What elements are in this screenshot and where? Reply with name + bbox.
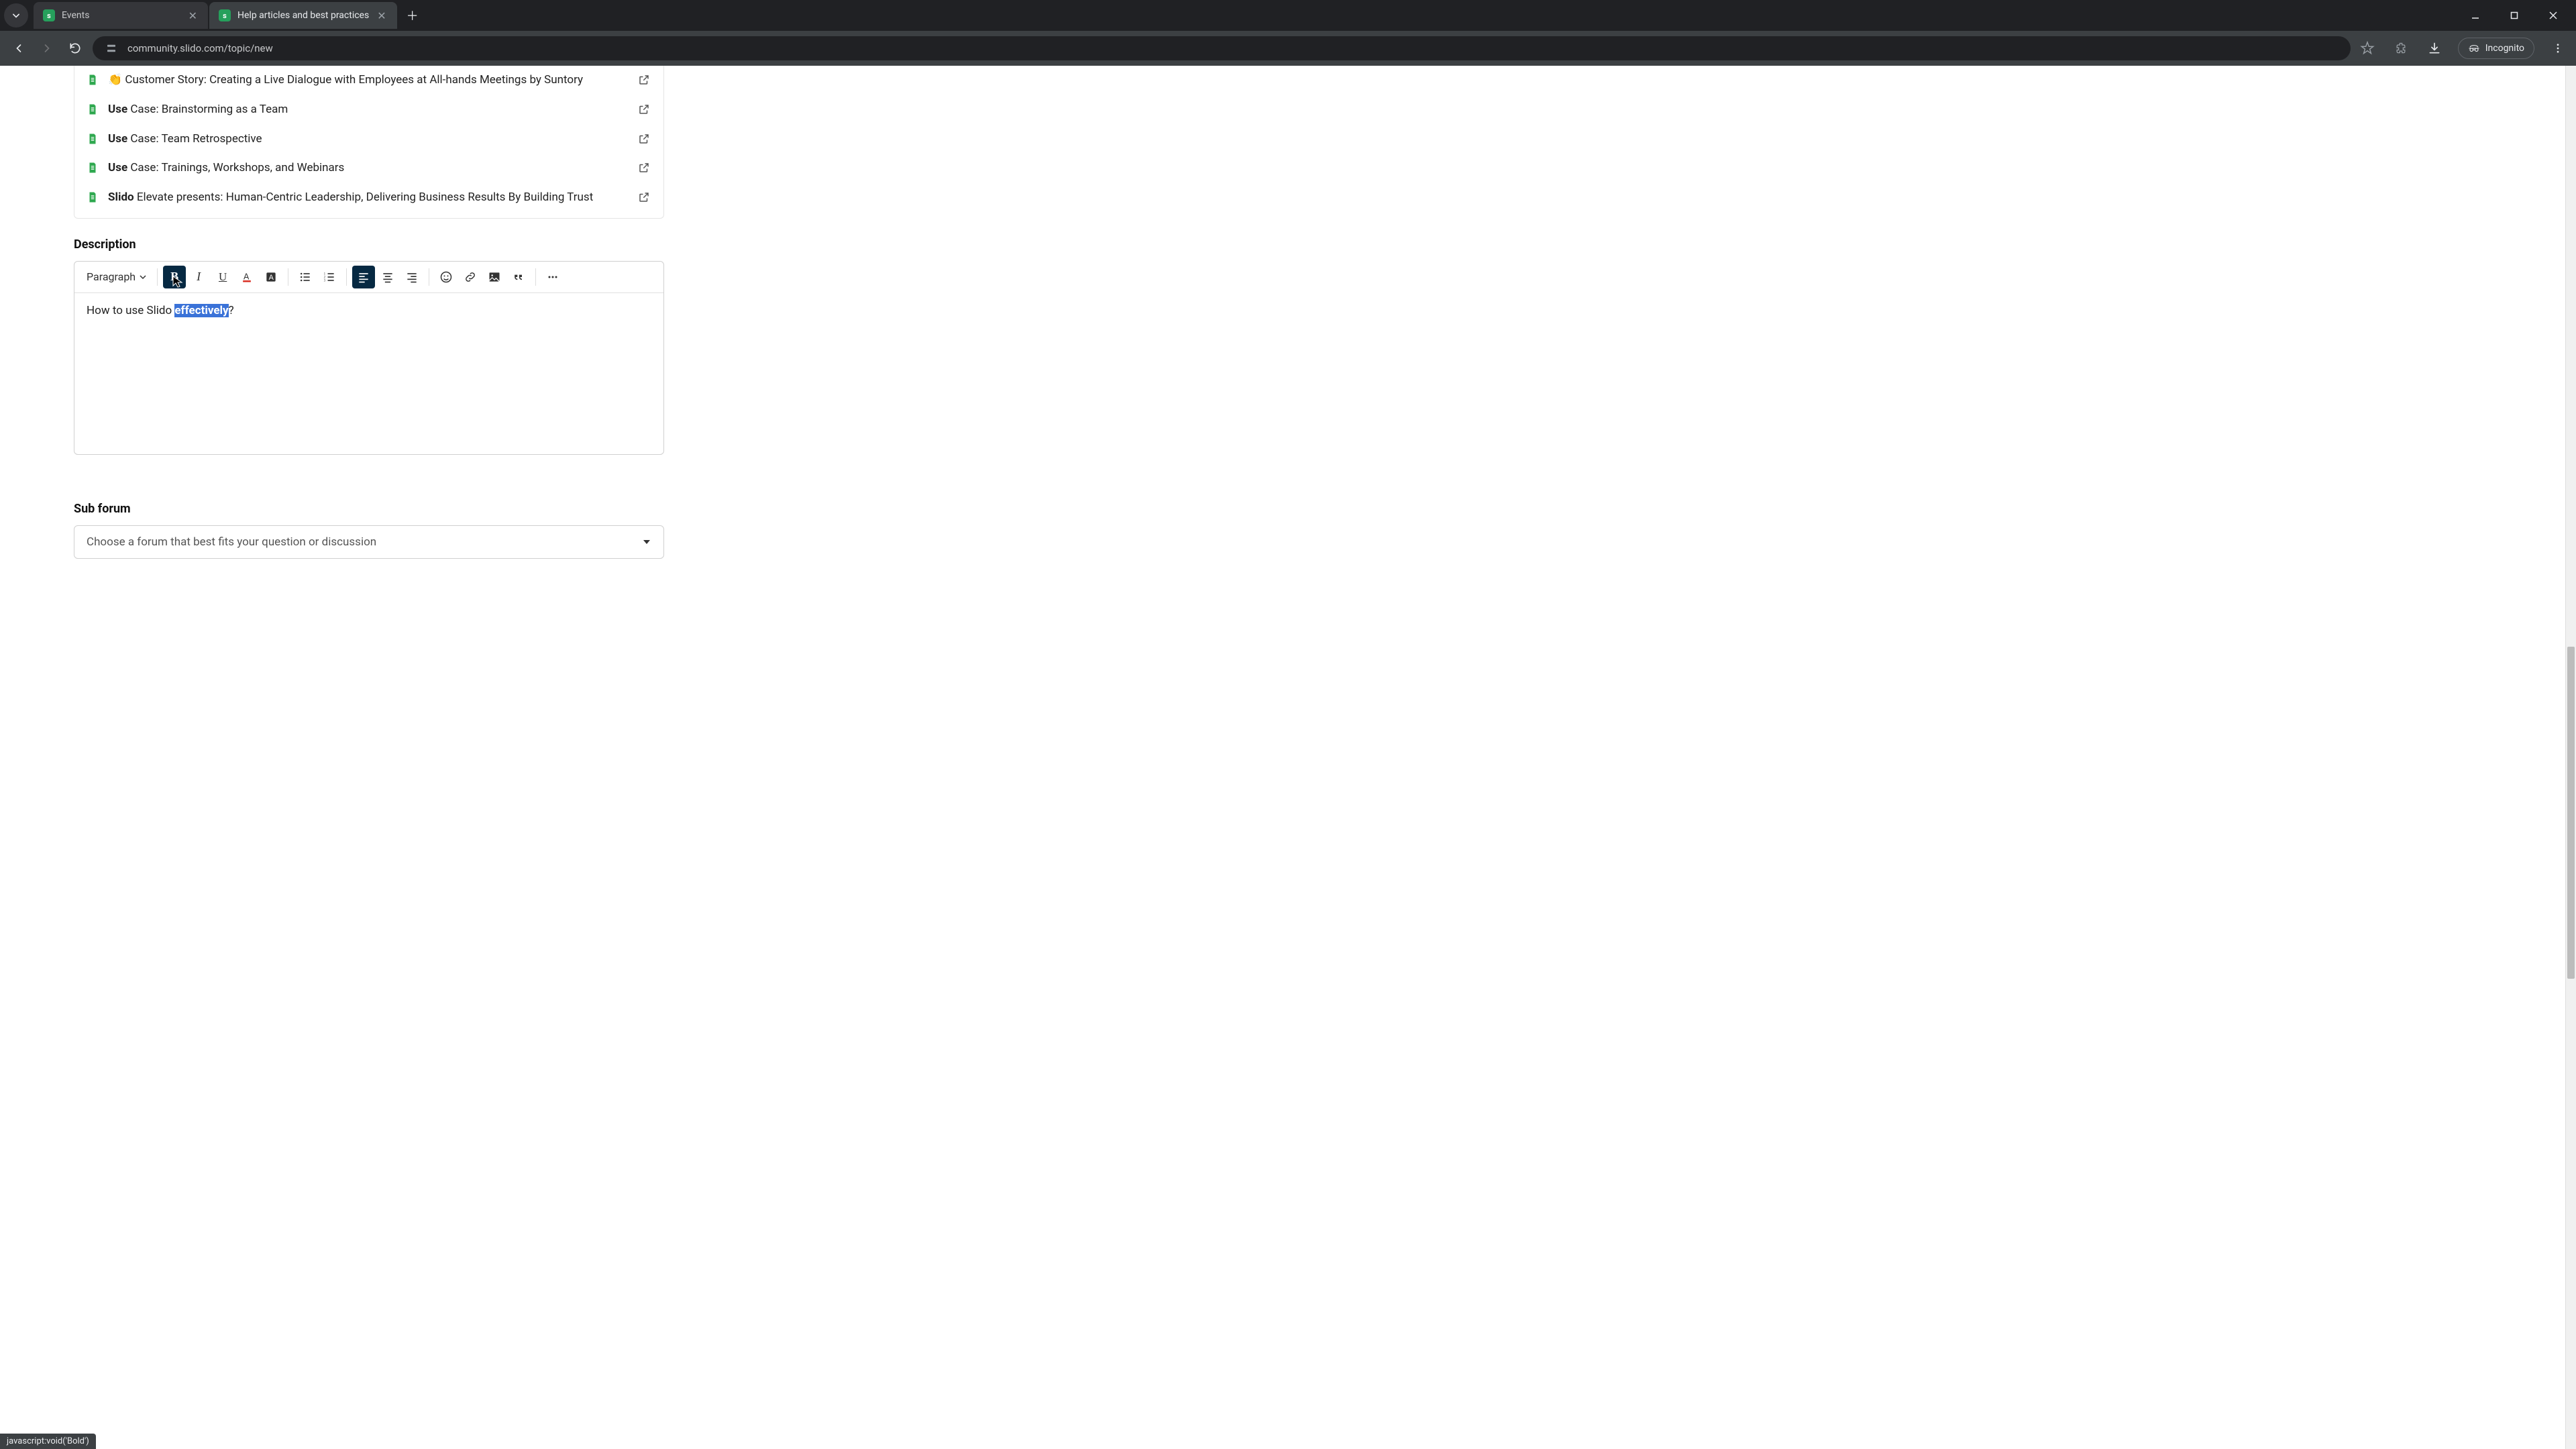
chevron-down-icon — [9, 9, 23, 22]
topic-item[interactable]: Use Case: Trainings, Workshops, and Webi… — [74, 154, 663, 183]
url-text: community.slido.com/topic/new — [127, 42, 273, 54]
new-tab-button[interactable]: ＋ — [402, 5, 423, 25]
bold-button[interactable]: B — [163, 266, 186, 288]
link-button[interactable] — [459, 266, 482, 288]
separator — [346, 268, 347, 286]
bullet-list-button[interactable] — [294, 266, 317, 288]
separator — [157, 268, 158, 286]
italic-button[interactable]: I — [187, 266, 210, 288]
svg-text:3: 3 — [324, 280, 326, 283]
chevron-down-icon — [642, 537, 651, 547]
svg-text:A: A — [269, 274, 274, 282]
slido-favicon-icon: s — [43, 9, 55, 21]
status-bar: javascript:void('Bold') — [0, 1434, 96, 1449]
more-options-button[interactable] — [541, 266, 564, 288]
topic-title: Use Case: Trainings, Workshops, and Webi… — [108, 160, 629, 176]
close-tab-button[interactable]: ✕ — [376, 9, 387, 22]
external-link-icon[interactable] — [638, 191, 651, 205]
vertical-scrollbar[interactable] — [2565, 66, 2576, 1449]
subforum-label: Sub forum — [74, 502, 664, 516]
tab-search-dropdown[interactable] — [4, 3, 28, 28]
external-link-icon[interactable] — [638, 133, 651, 146]
downloads-button[interactable] — [2424, 38, 2445, 58]
paragraph-style-select[interactable]: Paragraph — [81, 268, 152, 286]
editor-textarea[interactable]: How to use Slido effectively? — [74, 293, 663, 454]
extensions-button[interactable] — [2391, 38, 2411, 58]
incognito-label: Incognito — [2485, 43, 2524, 54]
minimize-button[interactable] — [2466, 6, 2485, 25]
topic-item[interactable]: Use Case: Team Retrospective — [74, 125, 663, 154]
description-label: Description — [74, 237, 664, 252]
tab-bar: s Events ✕ s Help articles and best prac… — [0, 0, 2576, 31]
svg-text:A: A — [244, 272, 250, 281]
topic-item[interactable]: Slido Elevate presents: Human-Centric Le… — [74, 183, 663, 213]
separator — [535, 268, 536, 286]
address-bar[interactable]: community.slido.com/topic/new — [93, 36, 2351, 60]
external-link-icon[interactable] — [638, 103, 651, 117]
page-content[interactable]: 👏 Customer Story: Creating a Live Dialog… — [0, 66, 2565, 1449]
tab-title: Help articles and best practices — [237, 10, 369, 21]
slido-favicon-icon: s — [219, 9, 231, 21]
browser-toolbar: community.slido.com/topic/new Incognito — [0, 31, 2576, 66]
external-link-icon[interactable] — [638, 74, 651, 87]
quote-button[interactable] — [507, 266, 530, 288]
image-button[interactable] — [483, 266, 506, 288]
document-icon — [87, 103, 99, 115]
external-link-icon[interactable] — [638, 162, 651, 175]
incognito-badge[interactable]: Incognito — [2458, 38, 2534, 59]
topic-title: Use Case: Team Retrospective — [108, 131, 629, 148]
selected-text: effectively — [174, 304, 228, 317]
topic-title: 👏 Customer Story: Creating a Live Dialog… — [108, 72, 629, 89]
rich-text-editor: Paragraph B I U A A — [74, 261, 664, 455]
text-color-button[interactable]: A — [235, 266, 258, 288]
editor-toolbar: Paragraph B I U A A — [74, 262, 663, 293]
topic-item[interactable]: 👏 Customer Story: Creating a Live Dialog… — [74, 66, 663, 95]
background-color-button[interactable]: A — [260, 266, 282, 288]
tab-title: Events — [62, 10, 180, 21]
back-button[interactable] — [8, 38, 30, 59]
reload-button[interactable] — [64, 38, 86, 59]
chevron-down-icon — [140, 274, 146, 280]
tab-events[interactable]: s Events ✕ — [34, 2, 208, 29]
maximize-button[interactable] — [2505, 6, 2524, 25]
site-info-icon[interactable] — [103, 40, 119, 56]
document-icon — [87, 133, 99, 145]
document-icon — [87, 162, 99, 174]
forward-button[interactable] — [36, 38, 58, 59]
subforum-placeholder: Choose a forum that best fits your quest… — [87, 535, 376, 549]
align-right-button[interactable] — [400, 266, 423, 288]
close-tab-button[interactable]: ✕ — [187, 9, 199, 22]
emoji-button[interactable] — [435, 266, 458, 288]
incognito-icon — [2468, 42, 2480, 54]
underline-button[interactable]: U — [211, 266, 234, 288]
tab-help-articles[interactable]: s Help articles and best practices ✕ — [209, 2, 397, 29]
scrollbar-thumb[interactable] — [2567, 647, 2575, 979]
topic-title: Use Case: Brainstorming as a Team — [108, 102, 629, 118]
subforum-select[interactable]: Choose a forum that best fits your quest… — [74, 525, 664, 559]
close-window-button[interactable] — [2544, 6, 2563, 25]
suggested-topics-list: 👏 Customer Story: Creating a Live Dialog… — [74, 66, 664, 219]
numbered-list-button[interactable]: 123 — [318, 266, 341, 288]
document-icon — [87, 191, 99, 203]
document-icon — [87, 74, 99, 86]
topic-item[interactable]: Use Case: Brainstorming as a Team — [74, 95, 663, 125]
bookmark-button[interactable] — [2357, 38, 2377, 58]
align-left-button[interactable] — [352, 266, 375, 288]
align-center-button[interactable] — [376, 266, 399, 288]
topic-title: Slido Elevate presents: Human-Centric Le… — [108, 190, 629, 206]
menu-button[interactable] — [2548, 38, 2568, 58]
window-controls — [2466, 6, 2572, 25]
